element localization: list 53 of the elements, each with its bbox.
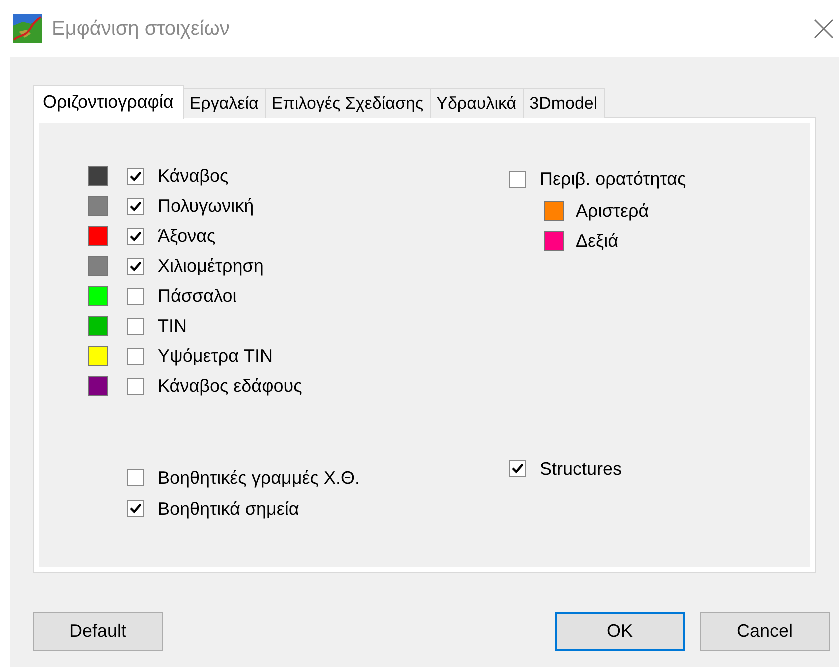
- checkbox[interactable]: [127, 378, 144, 394]
- tab[interactable]: 3Dmodel: [524, 88, 605, 118]
- color-swatch[interactable]: [88, 316, 108, 336]
- checkbox[interactable]: [127, 500, 144, 517]
- option-label: Κάναβος: [158, 167, 229, 185]
- color-swatch[interactable]: [544, 201, 564, 221]
- color-swatch[interactable]: [88, 346, 108, 366]
- checkbox[interactable]: [127, 318, 144, 334]
- color-swatch[interactable]: [88, 256, 108, 276]
- option-label: Κάναβος εδάφους: [158, 377, 302, 395]
- color-swatch[interactable]: [88, 166, 108, 186]
- checkbox[interactable]: [127, 228, 144, 244]
- tab[interactable]: Υδραυλικά: [430, 88, 524, 118]
- window-title: Εμφάνιση στοιχείων: [52, 16, 230, 42]
- checkbox[interactable]: [127, 469, 144, 486]
- app-icon: [13, 14, 42, 43]
- option-label: Βοηθητικές γραμμές Χ.Θ.: [158, 468, 360, 486]
- option-label: Υψόμετρα TIN: [158, 347, 273, 365]
- color-swatch[interactable]: [88, 196, 108, 216]
- checkbox[interactable]: [509, 460, 526, 477]
- tab[interactable]: Εργαλεία: [184, 88, 266, 118]
- checkmark-icon: [512, 463, 524, 474]
- color-swatch[interactable]: [88, 286, 108, 306]
- color-swatch[interactable]: [544, 231, 564, 251]
- checkbox[interactable]: [127, 258, 144, 274]
- checkmark-icon: [130, 200, 142, 212]
- checkmark-icon: [130, 260, 142, 272]
- option-label: Δεξιά: [576, 232, 619, 250]
- option-label: Άξονας: [158, 227, 216, 245]
- dialog-button[interactable]: Cancel: [700, 612, 830, 651]
- option-label: Πάσσαλοι: [158, 287, 237, 305]
- option-label: Βοηθητικά σημεία: [158, 500, 300, 518]
- option-label: Περιβ. ορατότητας: [540, 170, 686, 188]
- close-icon[interactable]: [813, 18, 835, 40]
- option-label: Αριστερά: [576, 202, 650, 220]
- checkbox[interactable]: [509, 170, 526, 188]
- color-swatch[interactable]: [88, 376, 108, 396]
- option-label: Πολυγωνική: [158, 197, 254, 215]
- checkbox[interactable]: [127, 288, 144, 304]
- checkmark-icon: [130, 503, 142, 514]
- dialog-button[interactable]: Default: [33, 612, 163, 651]
- checkmark-icon: [130, 170, 142, 182]
- checkbox[interactable]: [127, 198, 144, 214]
- tab[interactable]: Επιλογές Σχεδίασης: [266, 88, 431, 118]
- color-swatch[interactable]: [88, 226, 108, 246]
- checkbox[interactable]: [127, 168, 144, 184]
- tab[interactable]: Οριζοντιογραφία: [33, 85, 184, 119]
- checkmark-icon: [130, 230, 142, 242]
- dialog-button[interactable]: OK: [555, 612, 685, 651]
- option-label: Structures: [540, 460, 622, 478]
- checkbox[interactable]: [127, 348, 144, 364]
- option-label: TIN: [158, 317, 187, 335]
- option-label: Χιλιομέτρηση: [158, 257, 264, 275]
